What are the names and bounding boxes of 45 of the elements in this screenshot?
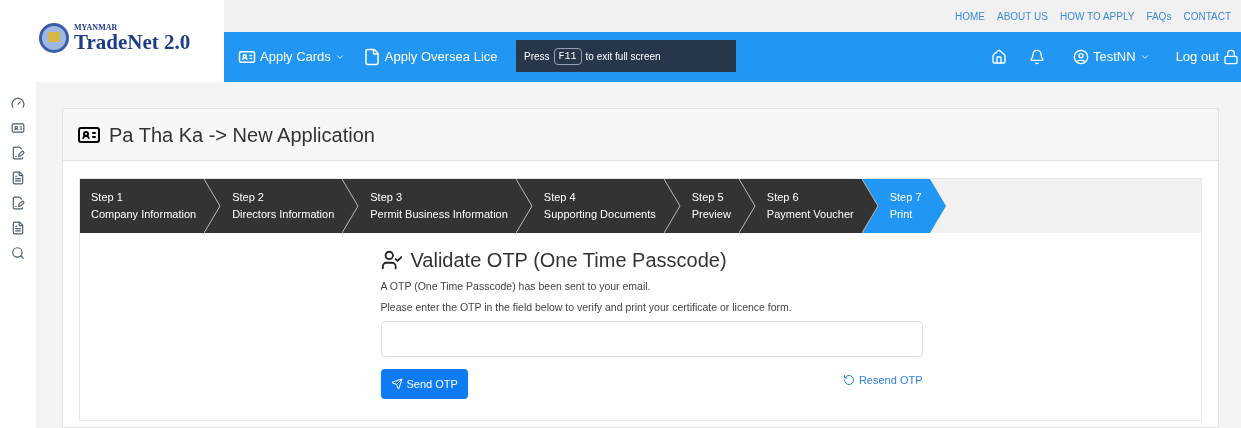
paper-plane-icon <box>390 378 403 390</box>
badge-icon[interactable] <box>11 121 25 135</box>
top-nav-link[interactable]: HOME <box>955 8 985 24</box>
user-icon <box>1073 49 1089 65</box>
user-menu[interactable]: TestNN <box>1073 47 1150 67</box>
notice-text: Press <box>524 49 550 64</box>
wizard-step[interactable]: Step 3 Permit Business Information <box>360 179 516 233</box>
logo-caption: MYANMAR <box>74 23 119 32</box>
home-icon[interactable] <box>991 49 1007 65</box>
signed-document-icon[interactable] <box>11 196 25 210</box>
lock-icon <box>1223 49 1239 65</box>
otp-input[interactable] <box>380 321 923 357</box>
otp-heading: Validate OTP (One Time Passcode) <box>410 248 727 273</box>
caret-icon <box>334 52 345 62</box>
notice-text: to exit full screen <box>585 49 661 64</box>
document-icon[interactable] <box>11 171 25 185</box>
page-title: Pa Tha Ka -> New Application <box>109 122 375 148</box>
badge-icon <box>238 48 256 66</box>
globe-logo-icon <box>38 22 70 54</box>
user-check-icon <box>380 249 403 271</box>
keyboard-key: F11 <box>553 47 582 65</box>
logout-link[interactable]: Log out <box>1175 47 1239 67</box>
search-icon[interactable] <box>11 246 25 260</box>
wizard-step[interactable]: Step 2 Directors Information <box>222 179 343 233</box>
nav-menu-item[interactable]: Apply Oversea Lice <box>362 47 498 67</box>
caret-icon <box>1139 52 1150 62</box>
wizard-step[interactable]: Step 4 Supporting Documents <box>533 179 664 233</box>
bell-icon[interactable] <box>1029 49 1045 65</box>
instruction-text: Please enter the OTP in the field below to verify and print your certificate or licence form. <box>380 300 793 315</box>
nav-menu-item[interactable]: Apply Cards <box>238 47 345 67</box>
instruction-text: A OTP (One Time Passcode) has been sent to your email. <box>380 279 652 294</box>
document-icon[interactable] <box>11 221 25 235</box>
top-nav-link[interactable]: FAQs <box>1146 8 1172 24</box>
signed-document-icon[interactable] <box>11 146 25 160</box>
send-otp-button[interactable]: Send OTP <box>380 369 468 399</box>
resend-otp-link[interactable]: Resend OTP <box>842 371 923 389</box>
top-nav-link[interactable]: CONTACT <box>1183 8 1231 24</box>
top-nav-link[interactable]: HOW TO APPLY <box>1059 8 1135 24</box>
document-icon <box>362 48 381 66</box>
top-nav-link[interactable]: ABOUT US <box>997 8 1048 24</box>
wizard-step[interactable]: Step 5 Preview <box>681 179 739 233</box>
refresh-icon <box>842 374 855 386</box>
logo-text: TradeNet 2.0 <box>74 31 191 53</box>
wizard-step[interactable]: Step 1 Company Information <box>80 179 205 233</box>
gauge-icon[interactable] <box>11 96 25 110</box>
